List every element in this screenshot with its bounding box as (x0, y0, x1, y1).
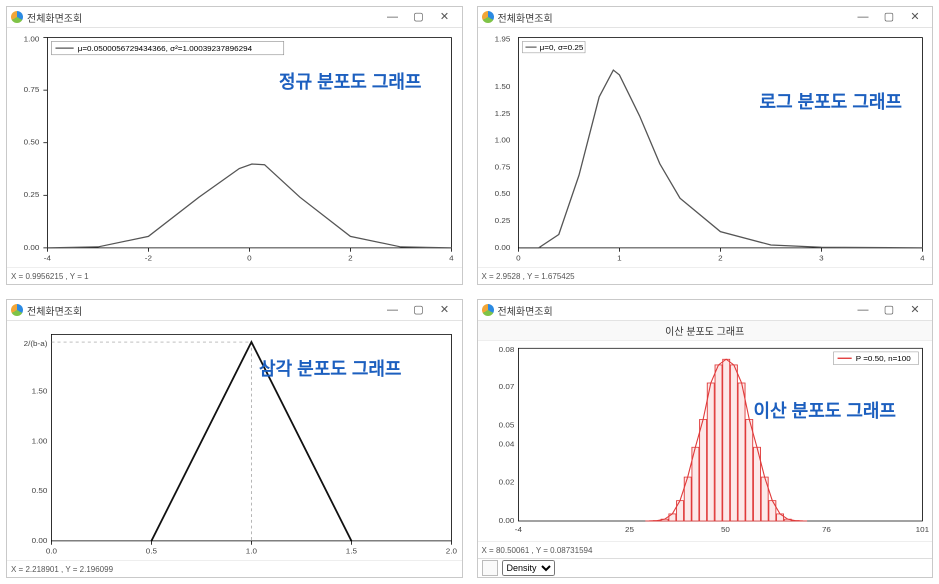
binomial-bars (645, 359, 806, 521)
status-bar: X = 2.218901 , Y = 2.196099 (7, 560, 462, 577)
x-tick: 2 (718, 254, 722, 263)
window-title: 전체화면조회 (27, 10, 82, 25)
titlebar[interactable]: 전체화면조회 — ▢ ✕ (478, 7, 933, 28)
x-tick: 1 (617, 254, 621, 263)
x-tick: 0.0 (46, 547, 58, 556)
maximize-button[interactable]: ▢ (876, 8, 902, 26)
y-tick: 1.00 (24, 35, 40, 44)
y-tick: 0.50 (32, 486, 48, 495)
x-tick: -4 (514, 525, 522, 534)
legend-text: P =0.50, n=100 (855, 354, 910, 363)
x-tick: 76 (821, 525, 830, 534)
y-tick: 1.95 (494, 35, 510, 44)
status-text: X = 2.9528 , Y = 1.675425 (482, 272, 575, 281)
overlay-label: 이산 분포도 그래프 (754, 397, 896, 423)
plot-area[interactable]: -4 25 50 76 101 0.00 0.02 0.04 0.05 0.07… (478, 341, 933, 541)
legend-text: μ=0.0500056729434366, σ²=1.0003923789629… (78, 44, 253, 53)
x-tick: 0 (247, 254, 252, 263)
y-tick: 0.05 (498, 421, 514, 430)
legend-text: μ=0, σ=0.25 (539, 43, 583, 52)
y-tick: 1.50 (32, 387, 48, 396)
x-tick: -4 (44, 254, 52, 263)
window-normal: 전체화면조회 — ▢ ✕ -4 (6, 6, 463, 285)
y-tick: 0.25 (24, 190, 40, 199)
minimize-button[interactable]: — (380, 301, 406, 319)
maximize-button[interactable]: ▢ (406, 8, 432, 26)
y-tick: 1.50 (494, 82, 510, 91)
close-button[interactable]: ✕ (902, 301, 928, 319)
close-button[interactable]: ✕ (432, 8, 458, 26)
window-lognormal: 전체화면조회 — ▢ ✕ 0 1 (477, 6, 934, 285)
x-tick: 1.0 (246, 547, 258, 556)
toolbar: Density (478, 558, 933, 577)
close-button[interactable]: ✕ (432, 301, 458, 319)
app-icon (11, 11, 23, 23)
y-tick: 0.75 (494, 163, 510, 172)
y-tick: 0.00 (498, 516, 514, 525)
y-tick: 1.25 (494, 109, 510, 118)
y-tick: 0.00 (24, 243, 40, 252)
minimize-button[interactable]: — (850, 301, 876, 319)
window-title: 전체화면조회 (27, 303, 82, 318)
table-icon[interactable] (482, 560, 498, 576)
x-tick: 0 (516, 254, 521, 263)
y-tick: 0.08 (498, 345, 514, 354)
x-tick: 0.5 (146, 547, 158, 556)
app-icon (482, 11, 494, 23)
window-grid: 전체화면조회 — ▢ ✕ -4 (0, 0, 939, 584)
overlay-label: 삼각 분포도 그래프 (259, 355, 401, 381)
y-tick: 0.75 (24, 85, 40, 94)
window-triangular: 전체화면조회 — ▢ ✕ 0.0 0.5 (6, 299, 463, 578)
y-tick: 0.07 (498, 383, 514, 392)
titlebar[interactable]: 전체화면조회 — ▢ ✕ (7, 300, 462, 321)
close-button[interactable]: ✕ (902, 8, 928, 26)
plot-area[interactable]: -4 -2 0 2 4 0.00 0.25 0.50 (7, 28, 462, 267)
status-bar: X = 80.50061 , Y = 0.08731594 (478, 541, 933, 558)
x-tick: 2.0 (446, 547, 458, 556)
plot-area[interactable]: 0 1 2 3 4 0.00 0.25 0.50 0.75 1.00 1.25 … (478, 28, 933, 267)
x-tick: 4 (920, 254, 925, 263)
window-title: 전체화면조회 (498, 10, 553, 25)
x-tick: 50 (720, 525, 729, 534)
status-text: X = 80.50061 , Y = 0.08731594 (482, 546, 593, 555)
overlay-label: 정규 분포도 그래프 (279, 68, 421, 94)
y-tick: 0.25 (494, 216, 510, 225)
titlebar[interactable]: 전체화면조회 — ▢ ✕ (7, 7, 462, 28)
normal-curve (47, 164, 451, 248)
mode-select[interactable]: Density (502, 560, 555, 576)
y-tick: 0.50 (494, 189, 510, 198)
status-bar: X = 2.9528 , Y = 1.675425 (478, 267, 933, 284)
y-tick: 1.00 (494, 136, 510, 145)
plot-area[interactable]: 0.0 0.5 1.0 1.5 2.0 0.00 0.50 1.00 1.50 … (7, 321, 462, 560)
maximize-button[interactable]: ▢ (406, 301, 432, 319)
y-tick: 1.00 (32, 437, 48, 446)
status-text: X = 2.218901 , Y = 2.196099 (11, 565, 113, 574)
maximize-button[interactable]: ▢ (876, 301, 902, 319)
x-tick: 101 (915, 525, 928, 534)
minimize-button[interactable]: — (380, 8, 406, 26)
y-tick: 0.50 (24, 138, 40, 147)
y-tick: 0.00 (494, 243, 510, 252)
app-icon (11, 304, 23, 316)
x-tick: -2 (145, 254, 152, 263)
status-bar: X = 0.9956215 , Y = 1 (7, 267, 462, 284)
x-tick: 1.5 (346, 547, 358, 556)
window-discrete: 전체화면조회 — ▢ ✕ 이산 분포도 그래프 -4 25 50 76 101 … (477, 299, 934, 578)
titlebar[interactable]: 전체화면조회 — ▢ ✕ (478, 300, 933, 321)
overlay-label: 로그 분포도 그래프 (760, 88, 902, 114)
chart-title: 이산 분포도 그래프 (478, 321, 933, 341)
x-tick: 3 (819, 254, 824, 263)
y-tick: 0.00 (32, 536, 48, 545)
y-tick-peak: 2/(b-a) (24, 339, 48, 348)
x-tick: 2 (348, 254, 352, 263)
x-tick: 25 (625, 525, 634, 534)
y-tick: 0.04 (498, 440, 514, 449)
y-tick: 0.02 (498, 478, 514, 487)
app-icon (482, 304, 494, 316)
minimize-button[interactable]: — (850, 8, 876, 26)
x-tick: 4 (449, 254, 454, 263)
status-text: X = 0.9956215 , Y = 1 (11, 272, 89, 281)
window-title: 전체화면조회 (498, 303, 553, 318)
